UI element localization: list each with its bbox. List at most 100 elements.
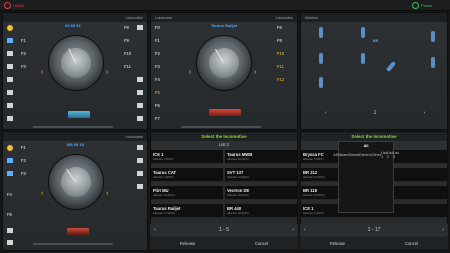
fn-f1[interactable]: F1	[21, 38, 26, 43]
brake-icon[interactable]	[7, 240, 13, 245]
direction-left-icon[interactable]: ‹	[189, 69, 191, 76]
fn-f1[interactable]: F1	[155, 38, 160, 43]
dropdown-option[interactable]: Other	[371, 151, 381, 160]
direction-left-icon[interactable]: ‹	[41, 190, 43, 197]
fn-f12[interactable]: F12	[277, 77, 284, 82]
category-dropdown[interactable]: All All Steam Diesel Electric Other List 1 Lis…	[333, 141, 399, 213]
list-item[interactable]: Flirt MU Adresse: 11 (DCC)	[151, 186, 223, 200]
brake-icon[interactable]	[7, 116, 13, 121]
fn-f11[interactable]: F11	[124, 64, 131, 69]
list-item[interactable]: ICE 1 Adresse: 3 (DCC)	[151, 150, 223, 164]
speed-dial-3[interactable]	[48, 154, 104, 210]
bell-icon[interactable]	[7, 64, 13, 69]
fn-f3[interactable]: F3	[21, 171, 26, 176]
fn-f2[interactable]: F2	[21, 158, 26, 163]
sound-icon[interactable]	[7, 38, 13, 43]
aux-icon-4[interactable]	[137, 184, 143, 189]
list-item[interactable]: SVT 137 Adresse: 21 (DCC)	[225, 168, 297, 182]
loco-address: Adresse: 9 (DCC)	[153, 176, 174, 179]
aux-icon-1[interactable]	[137, 145, 143, 150]
fn-f4[interactable]: F4	[155, 77, 160, 82]
turnout-1[interactable]	[319, 27, 323, 38]
stop-icon[interactable]	[4, 2, 11, 9]
fn-f4[interactable]: F4	[7, 192, 12, 197]
speed-slider-3[interactable]	[33, 243, 113, 245]
turnout-7[interactable]	[431, 31, 435, 42]
fn-f6[interactable]: F6	[155, 103, 160, 108]
list-item[interactable]: Taurus Railjet Adresse: 17 (DCC)	[151, 204, 223, 218]
dropdown-option[interactable]: Steam	[337, 151, 348, 160]
prev-page-icon[interactable]: ‹	[304, 227, 306, 233]
prev-page-icon[interactable]: ‹	[154, 227, 156, 233]
fn-f8[interactable]: F8	[124, 25, 129, 30]
page-indicator: 1 - 17	[367, 227, 381, 233]
list-title[interactable]: List 2	[151, 142, 297, 149]
loco-address: Adresse: 11 (DCC)	[153, 194, 175, 197]
next-page-icon[interactable]: ›	[442, 227, 444, 233]
direction-right-icon[interactable]: ›	[106, 190, 108, 197]
list-item[interactable]: BR 440 Adresse: 32 (DCC)	[225, 204, 297, 218]
aux-icon-3[interactable]	[137, 171, 143, 176]
horn-icon[interactable]	[7, 51, 13, 56]
power-icon[interactable]	[412, 2, 419, 9]
fn-f10[interactable]: F10	[124, 51, 131, 56]
fn-f7[interactable]: F7	[155, 116, 160, 121]
fn-f2[interactable]: F2	[155, 51, 160, 56]
speed-slider-1[interactable]	[33, 126, 113, 128]
fn-f9[interactable]: F9	[124, 38, 129, 43]
aux-icon-4[interactable]	[137, 103, 143, 108]
list-item[interactable]: Taurus MWB Adresse: 15 (DCC)	[225, 150, 297, 164]
direction-right-icon[interactable]: ›	[106, 69, 108, 76]
fn-f2[interactable]: F2	[21, 51, 26, 56]
fn-f0[interactable]: F0	[155, 25, 160, 30]
turnout-2[interactable]	[319, 53, 323, 64]
power-label[interactable]: Power	[421, 3, 432, 8]
light-icon[interactable]	[7, 145, 13, 151]
aux-icon-2[interactable]	[137, 158, 143, 163]
sound-icon[interactable]	[7, 158, 13, 163]
turnout-3[interactable]	[319, 77, 323, 88]
dropdown-option[interactable]: Electric	[359, 151, 371, 160]
aux-icon-2[interactable]	[137, 77, 143, 82]
aux-icon-5[interactable]	[137, 116, 143, 121]
speed-dial-2[interactable]	[196, 35, 252, 91]
turnout-6[interactable]	[385, 61, 397, 72]
fn-f8[interactable]: F8	[277, 25, 282, 30]
aux-icon-1[interactable]	[137, 25, 143, 30]
list-item[interactable]: Vectron DE Adresse: 24 (DCC)	[225, 186, 297, 200]
cancel-button[interactable]: Cancel	[255, 241, 268, 246]
aux-icon-3[interactable]	[137, 90, 143, 95]
shunt-icon[interactable]	[7, 103, 13, 108]
dropdown-option[interactable]: Diesel	[348, 151, 359, 160]
light-icon[interactable]	[7, 25, 13, 31]
turnout-5[interactable]	[361, 53, 365, 64]
coupler-icon[interactable]	[7, 77, 13, 82]
turnout-4[interactable]	[361, 27, 365, 38]
dropdown-title[interactable]: All	[339, 142, 393, 151]
prev-page-icon[interactable]: ‹	[325, 110, 327, 116]
release-button[interactable]: Release	[330, 241, 345, 246]
list-item[interactable]: Taurus CAT Adresse: 9 (DCC)	[151, 168, 223, 182]
fn-f1[interactable]: F1	[21, 145, 26, 150]
direction-left-icon[interactable]: ‹	[41, 69, 43, 76]
dropdown-option[interactable]: List 3	[393, 151, 399, 160]
turnout-8[interactable]	[431, 57, 435, 68]
fn-f3[interactable]: F3	[155, 64, 160, 69]
next-page-icon[interactable]: ›	[292, 227, 294, 233]
coupler-icon[interactable]	[7, 228, 13, 233]
cab-icon[interactable]	[7, 90, 13, 95]
fn-f9[interactable]: F9	[277, 38, 282, 43]
speed-dial-1[interactable]	[48, 35, 104, 91]
fn-f11[interactable]: F11	[277, 64, 284, 69]
cancel-button[interactable]: Cancel	[405, 241, 418, 246]
loco-address: Adresse: 3 (DCC)	[153, 158, 174, 161]
horn-icon[interactable]	[7, 171, 13, 176]
fn-f5[interactable]: F5	[7, 212, 12, 217]
speed-slider-2[interactable]	[181, 126, 261, 128]
fn-f10[interactable]: F10	[277, 51, 284, 56]
next-page-icon[interactable]: ›	[423, 110, 425, 116]
fn-f3[interactable]: F3	[21, 64, 26, 69]
fn-f5[interactable]: F5	[155, 90, 160, 95]
release-button[interactable]: Release	[180, 241, 195, 246]
direction-right-icon[interactable]: ›	[254, 69, 256, 76]
